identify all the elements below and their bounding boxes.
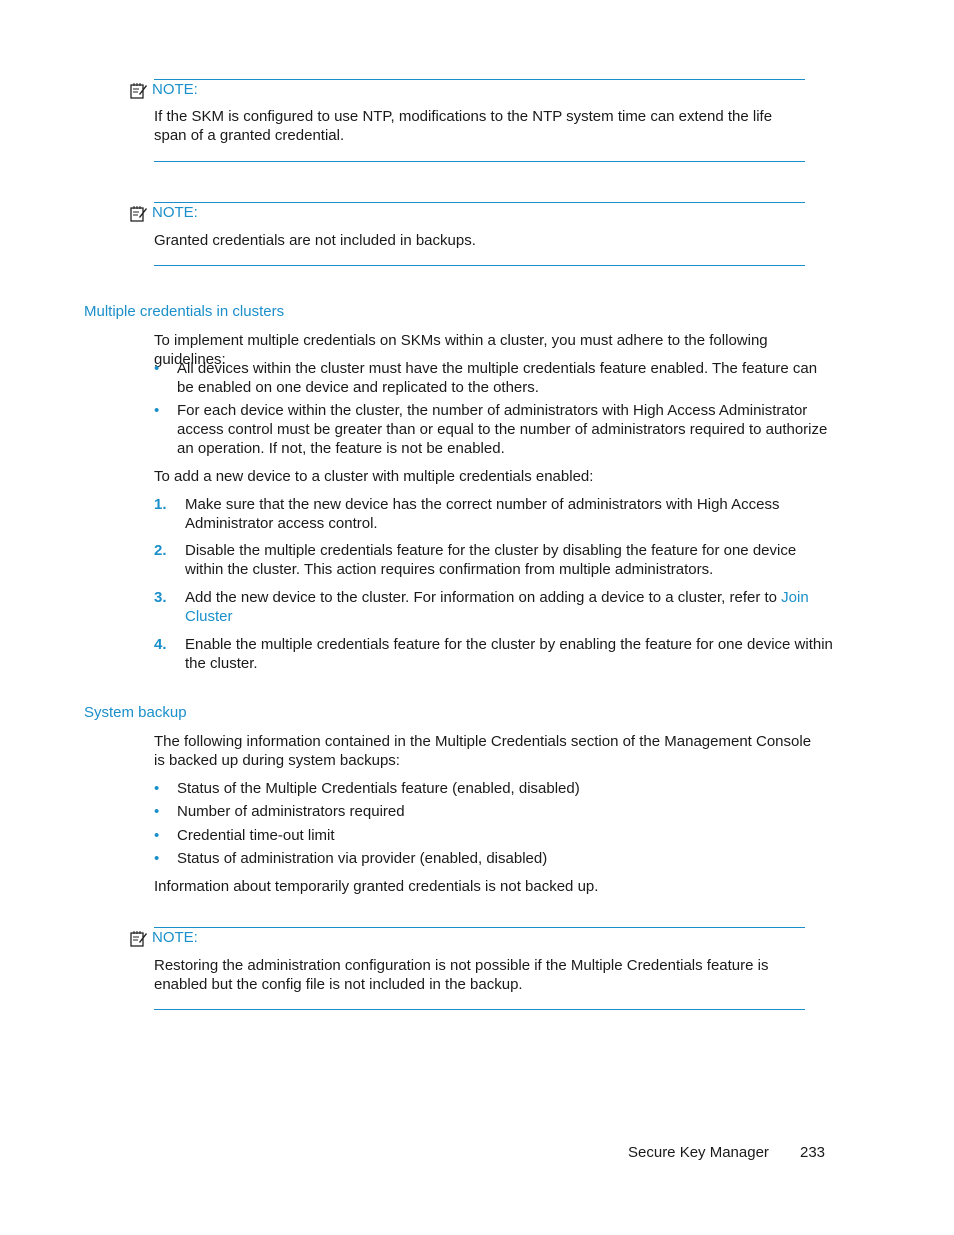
step-number: 2.	[154, 542, 167, 559]
note-pencil-icon	[130, 82, 147, 99]
note-label: NOTE:	[152, 929, 198, 946]
backup-intro: The following information contained in t…	[154, 733, 812, 769]
note-label: NOTE:	[152, 204, 198, 221]
step-text: Enable the multiple credentials feature …	[185, 636, 833, 672]
note-box: NOTE: If the SKM is configured to use NT…	[130, 79, 805, 162]
steps-intro: To add a new device to a cluster with mu…	[154, 468, 594, 485]
note-box: NOTE: Restoring the administration confi…	[130, 927, 805, 1010]
bullet-icon: •	[154, 780, 160, 797]
note-pencil-icon	[130, 205, 147, 222]
step-text: Make sure that the new device has the co…	[185, 496, 780, 532]
note-pencil-icon	[130, 930, 147, 947]
step-number: 4.	[154, 636, 167, 653]
step-number: 1.	[154, 496, 167, 513]
section-heading-backup: System backup	[84, 704, 187, 721]
note-header: NOTE:	[130, 80, 198, 100]
backup-outro: Information about temporarily granted cr…	[154, 878, 599, 895]
note-text: Granted credentials are not included in …	[154, 232, 476, 249]
step-text: Disable the multiple credentials feature…	[185, 542, 797, 578]
note-header: NOTE:	[130, 928, 198, 948]
bullet-icon: •	[154, 360, 160, 377]
note-box: NOTE: Granted credentials are not includ…	[130, 202, 805, 266]
page-number: 233	[800, 1144, 826, 1161]
bullet-icon: •	[154, 827, 160, 844]
step-text: Add the new device to the cluster. For i…	[185, 589, 782, 606]
note-text: If the SKM is configured to use NTP, mod…	[154, 108, 773, 144]
step-number: 3.	[154, 589, 167, 606]
note-header: NOTE:	[130, 203, 198, 223]
footer-title: Secure Key Manager	[628, 1144, 769, 1161]
bullet-icon: •	[154, 402, 160, 419]
note-label: NOTE:	[152, 81, 198, 98]
note-text: Restoring the administration configurati…	[154, 957, 769, 993]
section-heading-clusters: Multiple credentials in clusters	[84, 303, 285, 320]
bullet-icon: •	[154, 850, 160, 867]
bullet-icon: •	[154, 803, 160, 820]
